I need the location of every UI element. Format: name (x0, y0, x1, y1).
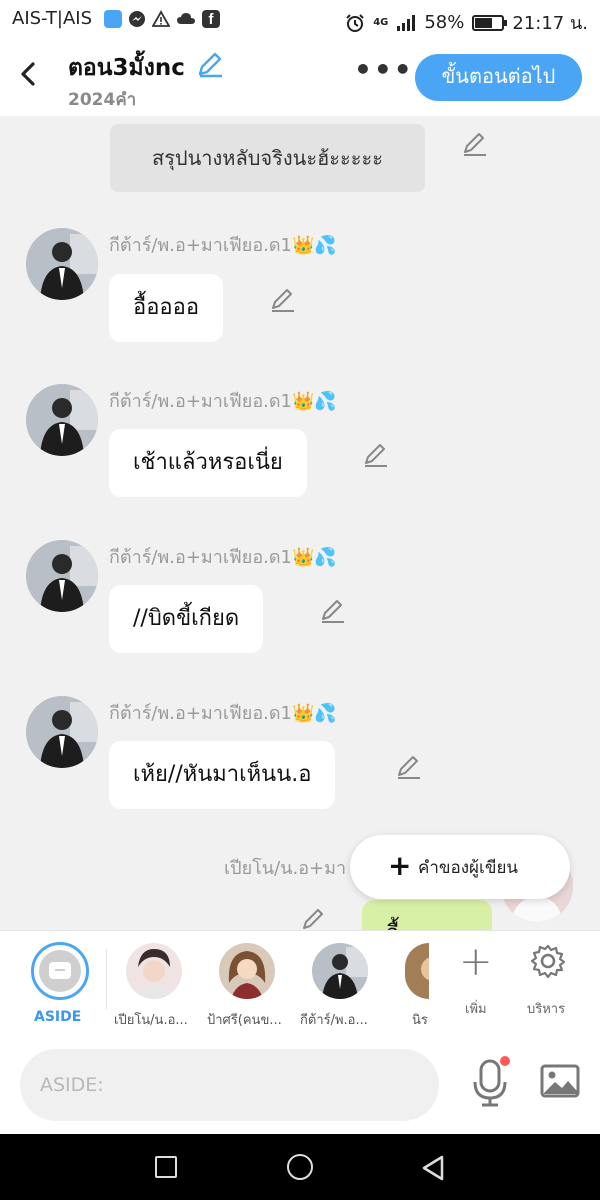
author-note-button[interactable]: + คำของผู้เขียน (350, 835, 570, 899)
edit-pencil-icon[interactable] (461, 130, 489, 158)
recent-apps-icon[interactable] (155, 1156, 177, 1178)
author-note-label: คำของผู้เขียน (418, 857, 519, 878)
gear-icon[interactable] (530, 943, 566, 979)
speaker-name: กีต้าร์/พ.อ+มาเฟียอ.ด1👑💦 (109, 547, 337, 568)
character-label: เปียโน/น.อ... (114, 1013, 188, 1028)
status-right: 4G 58% 21:17 น. (345, 8, 588, 37)
next-step-button[interactable]: ขั้นตอนต่อไป (415, 54, 582, 101)
speaker-name: เปียโน/น.อ+มา (224, 858, 347, 879)
speaker-name: กีต้าร์/พ.อ+มาเฟียอ.ด1👑💦 (109, 703, 337, 724)
speaker-avatar[interactable] (26, 384, 98, 456)
aside-selector[interactable] (31, 942, 89, 1000)
character-avatar[interactable] (312, 943, 368, 999)
plus-icon: + (388, 849, 412, 882)
message-bubble[interactable]: เช้าแล้วหรอเนี่ย (109, 429, 307, 497)
add-label: เพิ่ม (465, 1002, 487, 1017)
home-icon[interactable] (287, 1154, 313, 1180)
status-bar: AIS-T|AIS f 4G 58% 21:17 น. (0, 0, 600, 40)
add-character-icon[interactable]: + (459, 939, 493, 985)
notification-icons: f (104, 10, 220, 28)
character-avatar[interactable] (405, 943, 429, 999)
recording-dot (500, 1056, 510, 1066)
character-label: นิร (412, 1013, 428, 1028)
edit-pencil-icon[interactable] (395, 753, 423, 781)
carrier-label: AIS-T|AIS (12, 8, 92, 29)
screen: AIS-T|AIS f 4G 58% 21:17 น. ตอน3มั้งnc 2… (0, 0, 600, 1200)
shield-icon (104, 10, 122, 28)
input-bar (0, 1038, 600, 1134)
facebook-icon: f (202, 10, 220, 28)
system-nav-bar (0, 1134, 600, 1200)
message-bubble[interactable]: อื้ออออ (109, 274, 224, 342)
aside-label: ASIDE (34, 1009, 82, 1025)
messenger-icon (129, 11, 145, 27)
message-input[interactable] (20, 1049, 439, 1121)
battery-icon (472, 14, 508, 31)
back-arrow-icon[interactable] (14, 56, 44, 92)
clock: 21:17 น. (512, 13, 588, 34)
speaker-avatar[interactable] (26, 540, 98, 612)
cloud-icon (177, 13, 195, 24)
battery-percent: 58% (424, 12, 465, 33)
character-label: กีต้าร์/พ.อ... (300, 1013, 368, 1028)
network-type: 4G (373, 17, 389, 28)
speaker-name: กีต้าร์/พ.อ+มาเฟียอ.ด1👑💦 (109, 391, 337, 412)
top-header: ตอน3มั้งnc 2024คำ ••• ขั้นตอนต่อไป (0, 40, 600, 116)
edit-pencil-icon[interactable] (269, 286, 297, 314)
character-avatar[interactable] (219, 943, 275, 999)
more-options-icon[interactable]: ••• (354, 56, 412, 86)
narration-bubble[interactable]: สรุปนางหลับจริงนะฮ้ะะะะะ (110, 124, 425, 192)
own-message-bubble[interactable]: อื้ (362, 900, 492, 930)
image-icon[interactable] (540, 1064, 580, 1098)
episode-title: ตอน3มั้งnc (68, 55, 185, 81)
word-count: 2024คำ (68, 90, 137, 110)
speaker-name: กีต้าร์/พ.อ+มาเฟียอ.ด1👑💦 (109, 235, 337, 256)
alarm-icon (346, 13, 364, 32)
speaker-avatar[interactable] (26, 228, 98, 300)
edit-title-icon[interactable] (196, 50, 224, 78)
message-bubble[interactable]: //บิดขี้เกียด (109, 585, 264, 653)
speaker-avatar[interactable] (26, 696, 98, 768)
aside-icon (39, 950, 81, 992)
divider (106, 949, 107, 1009)
message-bubble[interactable]: เห้ย//หันมาเห็นน.อ (109, 741, 336, 809)
chat-area[interactable]: สรุปนางหลับจริงนะฮ้ะะะะะ กีต้าร์/พ.อ+มาเ… (0, 116, 600, 930)
character-label: ป้าศรี(คนข... (207, 1013, 282, 1028)
warning-icon (152, 10, 170, 27)
manage-label: บริหาร (527, 1002, 566, 1017)
edit-pencil-icon[interactable] (319, 597, 347, 625)
edit-pencil-icon[interactable] (300, 906, 328, 930)
character-avatar[interactable] (126, 943, 182, 999)
character-bar: ASIDE เปียโน/น.อ... ป้าศรี(คนข... กีต้าร… (0, 930, 600, 1038)
nav-back-icon[interactable] (420, 1154, 446, 1182)
edit-pencil-icon[interactable] (362, 441, 390, 469)
signal-icon (397, 14, 416, 31)
